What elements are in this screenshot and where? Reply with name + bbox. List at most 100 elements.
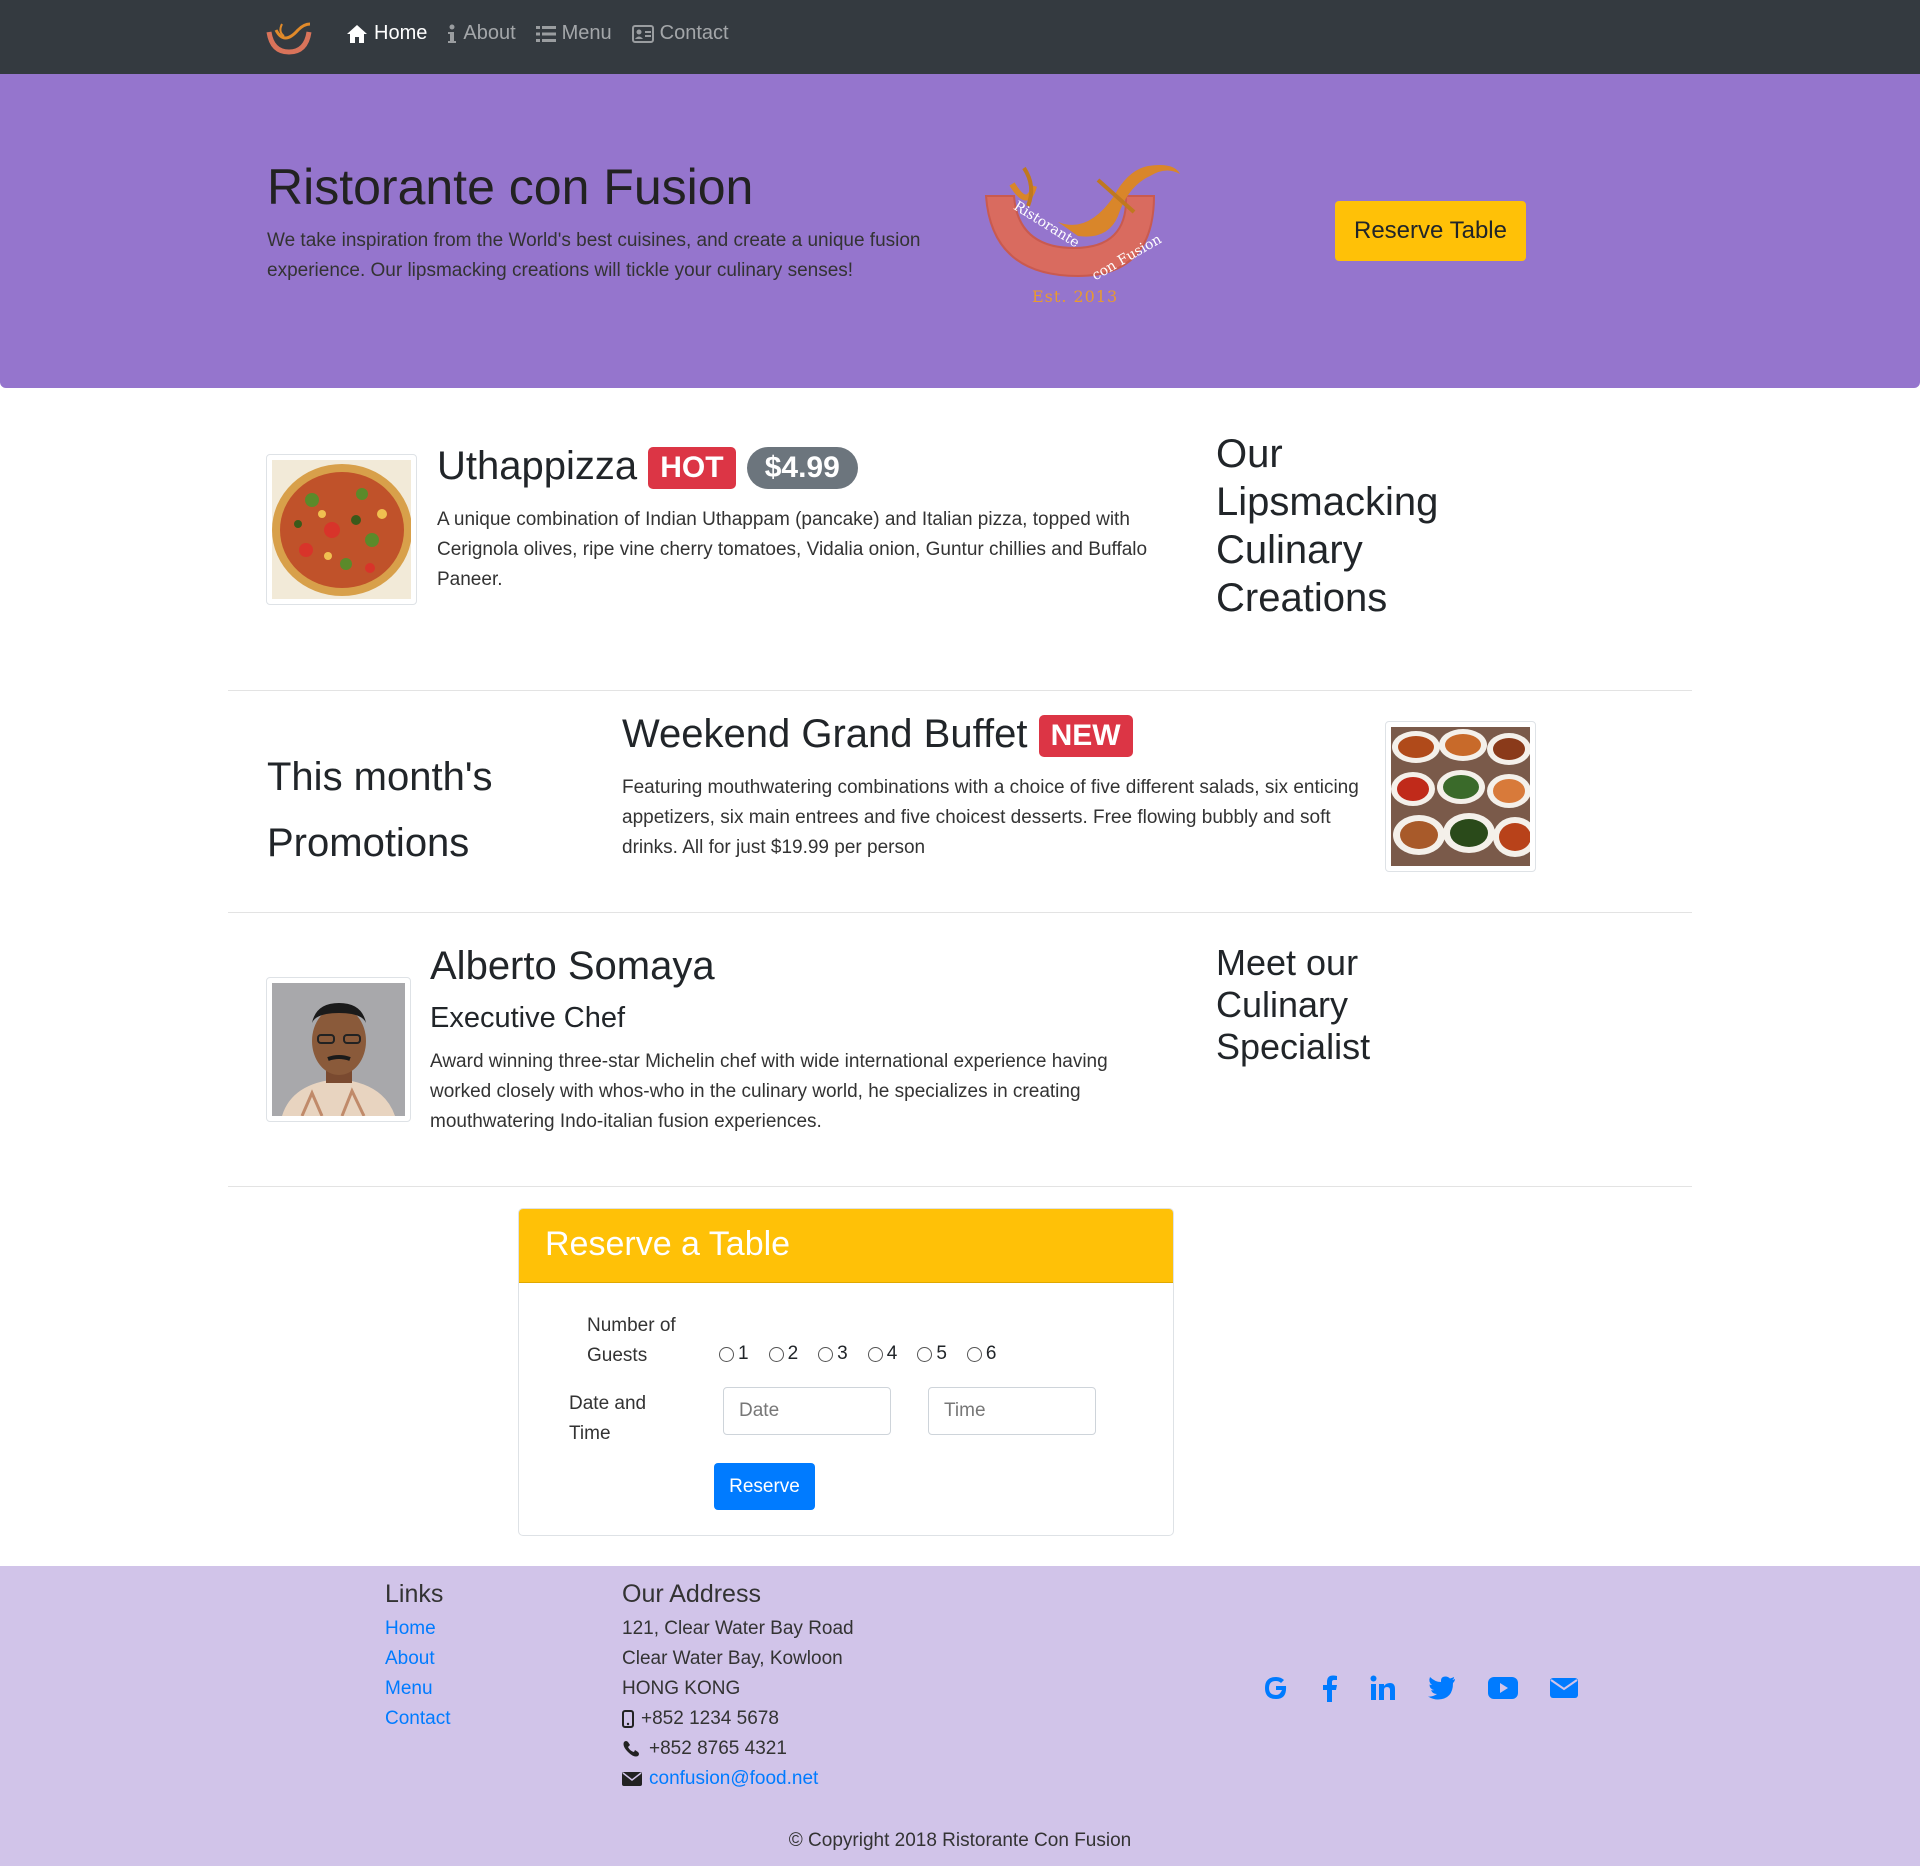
divider: [228, 912, 1692, 913]
home-icon: [347, 24, 367, 43]
address-line: Clear Water Bay, Kowloon: [622, 1648, 843, 1669]
radio-button[interactable]: [917, 1346, 933, 1362]
radio-button[interactable]: [867, 1346, 883, 1362]
dish-description: A unique combination of Indian Uthappam …: [437, 509, 1148, 590]
svg-text:Est. 2013: Est. 2013: [1032, 287, 1118, 306]
new-badge: NEW: [1038, 715, 1133, 758]
guest-option-3[interactable]: 3: [818, 1343, 848, 1365]
divider: [228, 690, 1692, 691]
email-link[interactable]: confusion@food.net: [649, 1764, 818, 1794]
nav-contact[interactable]: Contact: [631, 22, 729, 45]
promotion-heading: Weekend Grand Buffet NEW: [622, 712, 1133, 758]
guest-option-2[interactable]: 2: [768, 1343, 799, 1365]
restaurant-logo: Ristorante con Fusion Est. 2013: [984, 165, 1180, 306]
address-line: HONG KONG: [622, 1678, 741, 1699]
promotion-description: Featuring mouthwatering combinations wit…: [622, 777, 1359, 858]
guests-radio-group: 1 2 3 4 5 6: [719, 1343, 996, 1365]
guest-option-label: 5: [936, 1343, 947, 1364]
phone-row: +852 1234 5678: [622, 1704, 854, 1734]
fax-number: +852 8765 4321: [649, 1738, 787, 1759]
nav-home[interactable]: Home: [346, 22, 427, 45]
nav-about[interactable]: About: [447, 22, 516, 45]
dish-side-heading: Our Lipsmacking Culinary Creations: [1216, 432, 1439, 620]
copyright: © Copyright 2018 Ristorante Con Fusion: [788, 1830, 1132, 1851]
promotion-name: Weekend Grand Buffet: [622, 712, 1028, 756]
nav-menu[interactable]: Menu: [535, 22, 612, 45]
mobile-phone-icon: [622, 1710, 634, 1728]
buffet-photo: [1391, 727, 1537, 866]
chef-side-heading: Meet our Culinary Specialist: [1216, 942, 1371, 1067]
radio-button[interactable]: [966, 1346, 982, 1362]
reserve-card-title: Reserve a Table: [545, 1225, 791, 1263]
guest-option-label: 3: [837, 1343, 848, 1364]
promotion-side-heading: This month's Promotions: [267, 755, 493, 865]
envelope-icon: [622, 1772, 642, 1786]
links-heading: Links: [385, 1580, 444, 1608]
dish-heading: Uthappizza HOT $4.99: [437, 444, 858, 490]
restaurant-title: Ristorante con Fusion: [267, 159, 754, 215]
linkedin-icon[interactable]: [1370, 1675, 1396, 1706]
radio-button[interactable]: [768, 1346, 784, 1362]
twitter-icon[interactable]: [1428, 1676, 1456, 1705]
chef-role: Executive Chef: [430, 1002, 626, 1034]
nav-contact-label: Contact: [659, 22, 729, 44]
dish-name: Uthappizza: [437, 444, 638, 488]
chef-description: Award winning three-star Michelin chef w…: [430, 1051, 1108, 1132]
nav-menu-label: Menu: [561, 22, 612, 44]
address-card-icon: [631, 24, 654, 43]
datetime-label: Date and Time: [569, 1393, 647, 1444]
footer-link-about[interactable]: About: [385, 1648, 435, 1669]
nav-about-label: About: [463, 22, 516, 44]
phone-number: +852 1234 5678: [641, 1708, 779, 1729]
info-icon: [448, 24, 457, 43]
email-row: confusion@food.net: [622, 1764, 854, 1794]
guest-option-label: 1: [738, 1343, 749, 1364]
chef-photo: [272, 983, 405, 1117]
brand-logo[interactable]: [264, 18, 314, 58]
reserve-card-header: Reserve a Table: [519, 1209, 1173, 1283]
fax-row: +852 8765 4321: [622, 1734, 854, 1764]
phone-icon: [623, 1741, 639, 1757]
dish-image: [266, 454, 417, 605]
guest-option-1[interactable]: 1: [719, 1343, 749, 1365]
chef-image: [266, 977, 411, 1122]
facebook-icon[interactable]: [1322, 1674, 1338, 1707]
buffet-image: [1385, 721, 1537, 872]
guests-label: Number of Guests: [587, 1315, 676, 1366]
address-block: 121, Clear Water Bay Road Clear Water Ba…: [622, 1614, 854, 1794]
guest-option-label: 4: [886, 1343, 898, 1364]
time-input[interactable]: Time: [928, 1387, 1096, 1435]
guest-option-label: 2: [787, 1343, 799, 1364]
pizza-image: [272, 460, 412, 599]
address-heading: Our Address: [622, 1580, 761, 1608]
address-line: 121, Clear Water Bay Road: [622, 1618, 854, 1639]
list-icon: [535, 25, 556, 42]
guest-option-6[interactable]: 6: [966, 1343, 997, 1365]
reserve-submit-button[interactable]: Reserve: [714, 1463, 815, 1510]
footer-link-contact[interactable]: Contact: [385, 1708, 450, 1729]
reserve-card: Reserve a Table Number of Guests 1 2 3 4…: [518, 1208, 1174, 1536]
jumbotron: Ristorante con Fusion We take inspiratio…: [0, 74, 1920, 388]
envelope-icon[interactable]: [1550, 1677, 1578, 1704]
price-badge: $4.99: [746, 447, 858, 490]
guest-option-5[interactable]: 5: [917, 1343, 947, 1365]
guest-option-4[interactable]: 4: [867, 1343, 898, 1365]
hot-badge: HOT: [648, 447, 736, 490]
footer-link-home[interactable]: Home: [385, 1618, 436, 1639]
radio-button[interactable]: [719, 1346, 734, 1362]
navbar: Home About Menu Contact: [0, 0, 1920, 74]
restaurant-tagline: We take inspiration from the World's bes…: [267, 230, 921, 281]
chef-name: Alberto Somaya: [430, 944, 715, 988]
footer: Links Home About Menu Contact Our Addres…: [0, 1566, 1920, 1866]
social-links: [1262, 1674, 1578, 1707]
divider: [228, 1186, 1692, 1187]
reserve-table-button[interactable]: Reserve Table: [1335, 201, 1526, 261]
radio-button[interactable]: [818, 1346, 834, 1362]
guest-option-label: 6: [985, 1343, 997, 1364]
youtube-icon[interactable]: [1488, 1677, 1518, 1704]
google-icon[interactable]: [1262, 1674, 1290, 1707]
nav-home-label: Home: [374, 22, 428, 44]
footer-link-menu[interactable]: Menu: [385, 1678, 433, 1699]
footer-links: Home About Menu Contact: [385, 1614, 450, 1734]
date-input[interactable]: Date: [723, 1387, 891, 1435]
